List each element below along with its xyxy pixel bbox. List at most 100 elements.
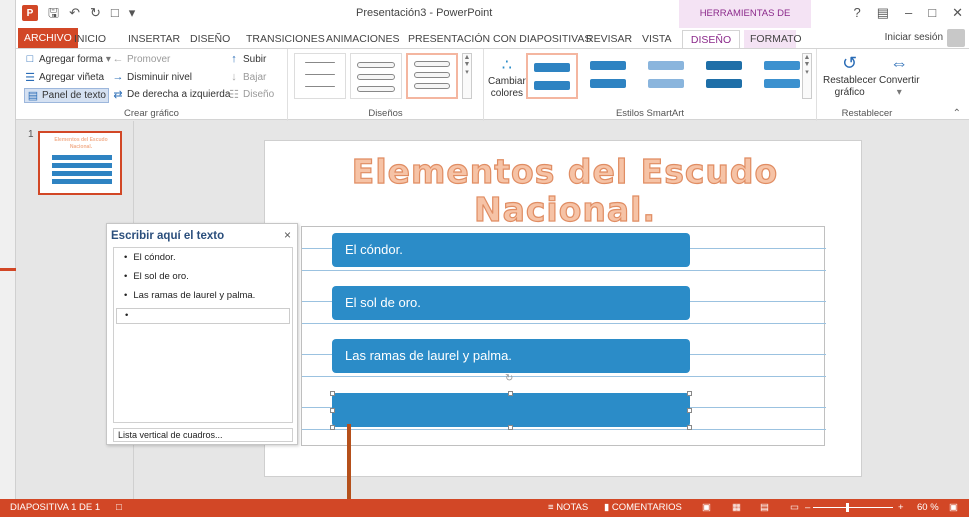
style-option-selected[interactable] xyxy=(526,53,578,99)
resize-handle[interactable] xyxy=(330,391,335,396)
layout-option[interactable] xyxy=(294,53,346,99)
tab-animaciones[interactable]: ANIMACIONES xyxy=(320,30,406,48)
tab-transiciones[interactable]: TRANSICIONES xyxy=(240,30,331,48)
text-pane-icon: ▤ xyxy=(27,90,39,102)
zoom-in-icon[interactable]: + xyxy=(898,502,904,513)
reading-view-icon[interactable]: ▤ xyxy=(760,502,769,513)
tab-revisar[interactable]: REVISAR xyxy=(580,30,638,48)
resize-handle[interactable] xyxy=(687,425,692,430)
promover-button[interactable]: ← Promover xyxy=(112,53,171,65)
close-icon[interactable]: ✕ xyxy=(952,5,963,21)
slide-canvas[interactable]: Elementos del Escudo Nacional. El cóndor… xyxy=(264,140,862,477)
resize-handle[interactable] xyxy=(508,391,513,396)
resize-handle[interactable] xyxy=(330,425,335,430)
normal-view-icon[interactable]: ▣ xyxy=(702,502,711,513)
zoom-slider[interactable] xyxy=(813,507,893,508)
style-option[interactable] xyxy=(642,53,694,99)
bajar-button[interactable]: ↓ Bajar xyxy=(228,71,266,83)
window-controls: ? ▤ – □ ✕ xyxy=(853,5,963,21)
group-label-estilos: Estilos SmartArt xyxy=(615,108,685,119)
notas-button[interactable]: ≡ NOTAS xyxy=(548,502,588,513)
text-pane-bullet[interactable]: El cóndor. xyxy=(124,252,175,263)
text-pane-editor[interactable]: El cóndor. El sol de oro. Las ramas de l… xyxy=(113,247,293,423)
add-shape-icon: □ xyxy=(26,53,34,65)
slideshow-icon[interactable]: ▭ xyxy=(790,502,799,513)
resize-handle[interactable] xyxy=(687,391,692,396)
text-pane-bullet[interactable]: El sol de oro. xyxy=(124,271,188,282)
text-pane-bullet-active[interactable] xyxy=(116,308,290,324)
tab-presentacion[interactable]: PRESENTACIÓN CON DIAPOSITIVAS xyxy=(402,30,597,48)
mini-box xyxy=(52,179,112,184)
ribbon-display-icon[interactable]: ▤ xyxy=(877,5,889,21)
comentarios-button[interactable]: ▮ COMENTARIOS xyxy=(604,502,682,513)
minimize-icon[interactable]: – xyxy=(905,5,912,21)
smartart-box[interactable]: Las ramas de laurel y palma. xyxy=(332,339,690,373)
layout-gallery-scroll[interactable]: ▲ ▼ ▾ xyxy=(462,53,472,99)
derecha-izquierda-button[interactable]: ⇄ De derecha a izquierda xyxy=(112,88,230,101)
layout-option-selected[interactable] xyxy=(406,53,458,99)
disminuir-nivel-label: Disminuir nivel xyxy=(127,71,193,83)
convertir-label: Convertir xyxy=(879,75,920,86)
help-icon[interactable]: ? xyxy=(853,5,860,21)
smartart-box[interactable]: El sol de oro. xyxy=(332,286,690,320)
slide-sorter-icon[interactable]: ▦ xyxy=(732,502,741,513)
disminuir-nivel-button[interactable]: → Disminuir nivel xyxy=(112,71,193,83)
smartart-graphic[interactable]: El cóndor. El sol de oro. Las ramas de l… xyxy=(301,226,826,446)
agregar-forma-button[interactable]: □ Agregar forma ▾ xyxy=(24,53,111,65)
layout-option[interactable] xyxy=(350,53,402,99)
restablecer-grafico-button[interactable]: ↺ Restablecer gráfico xyxy=(823,53,876,98)
mini-box xyxy=(52,171,112,176)
zoom-level[interactable]: 60 % xyxy=(917,502,939,513)
group-label-crear: Crear gráfico xyxy=(124,108,179,119)
customize-toolbar-icon[interactable]: ▾ xyxy=(129,5,136,21)
signin-link[interactable]: Iniciar sesión xyxy=(885,32,943,43)
cambiar-colores-button[interactable]: ∴ Cambiar colores xyxy=(488,55,526,99)
contextual-tab-group: HERRAMIENTAS DE SMARTART xyxy=(679,0,811,47)
avatar[interactable] xyxy=(947,29,965,47)
redo-icon[interactable]: ↻ xyxy=(90,5,101,21)
resize-handle[interactable] xyxy=(687,408,692,413)
diseno-layout-button[interactable]: ☷ Diseño xyxy=(228,88,274,101)
tab-smartart-formato[interactable]: FORMATO xyxy=(744,30,802,48)
smartart-box[interactable]: El cóndor. xyxy=(332,233,690,267)
style-option[interactable] xyxy=(584,53,636,99)
maximize-icon[interactable]: □ xyxy=(928,5,936,21)
restablecer-label-1: Restablecer xyxy=(823,75,877,86)
smartart-box-selected[interactable] xyxy=(332,393,690,427)
diseno-layout-label: Diseño xyxy=(243,89,275,100)
slide-thumbnail[interactable]: Elementos del Escudo Nacional. xyxy=(38,131,122,195)
spelling-icon[interactable]: □ xyxy=(116,502,122,513)
zoom-slider-knob[interactable] xyxy=(846,503,849,512)
tab-diseno[interactable]: DISEÑO xyxy=(184,30,236,48)
agregar-vineta-button[interactable]: ☰ Agregar viñeta xyxy=(24,71,104,84)
tab-smartart-diseno[interactable]: DISEÑO xyxy=(682,30,740,48)
close-icon[interactable]: × xyxy=(284,228,291,242)
tab-insertar[interactable]: INSERTAR xyxy=(122,30,186,48)
reset-graphic-icon: ↺ xyxy=(842,53,858,73)
workspace: 1 Elementos del Escudo Nacional. Element… xyxy=(16,121,969,499)
fit-slide-icon[interactable]: ▣ xyxy=(949,502,958,513)
save-icon[interactable]: 🖫 xyxy=(48,5,59,21)
style-gallery-scroll[interactable]: ▲ ▼ ▾ xyxy=(802,53,812,99)
zoom-out-icon[interactable]: – xyxy=(805,502,810,513)
powerpoint-logo-icon[interactable]: P xyxy=(22,5,38,21)
divider xyxy=(302,376,826,377)
resize-handle[interactable] xyxy=(508,425,513,430)
slide-title[interactable]: Elementos del Escudo Nacional. xyxy=(345,152,785,229)
group-label-restablecer: Restablecer xyxy=(841,108,893,119)
collapse-ribbon-icon[interactable]: ⌃ xyxy=(953,108,961,119)
start-presentation-icon[interactable]: □ xyxy=(111,5,119,21)
undo-icon[interactable]: ↶ xyxy=(69,5,80,21)
resize-handle[interactable] xyxy=(330,408,335,413)
tab-vista[interactable]: VISTA xyxy=(636,30,678,48)
group-label-disenos: Diseños xyxy=(368,108,403,119)
text-pane-bullet[interactable]: Las ramas de laurel y palma. xyxy=(124,290,255,301)
rotate-handle-icon[interactable]: ↻ xyxy=(505,373,513,384)
panel-de-texto-button[interactable]: ▤ Panel de texto xyxy=(24,88,109,103)
layout-description-link[interactable]: Lista vertical de cuadros... xyxy=(113,428,293,442)
style-option[interactable] xyxy=(700,53,752,99)
agregar-forma-label: Agregar forma xyxy=(39,53,103,65)
convertir-button[interactable]: ⇔ Convertir ▾ xyxy=(879,53,920,98)
tab-inicio[interactable]: INICIO xyxy=(68,30,112,48)
subir-button[interactable]: ↑ Subir xyxy=(228,53,266,65)
